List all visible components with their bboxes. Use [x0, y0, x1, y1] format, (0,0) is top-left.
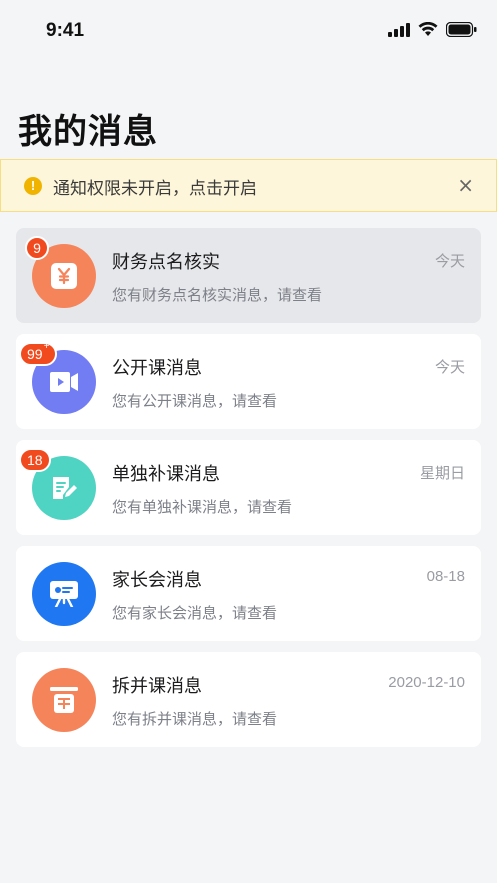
avatar: [32, 668, 96, 732]
message-time: 今天: [434, 253, 465, 270]
message-subtitle: 您有拆并课消息，请查看: [112, 710, 278, 728]
message-title: 公开课消息: [112, 358, 202, 379]
message-item-split-class[interactable]: 拆并课消息 您有拆并课消息，请查看 2020-12-10: [16, 652, 481, 747]
notice-text[interactable]: 通知权限未开启，点击开启: [53, 174, 257, 199]
unread-badge: 99+: [19, 342, 58, 366]
message-title: 单独补课消息: [112, 464, 220, 485]
message-item-parent-meeting[interactable]: 家长会消息 您有家长会消息，请查看 08-18: [16, 546, 481, 641]
message-time: 星期日: [419, 465, 465, 482]
unread-badge: 9: [25, 236, 49, 260]
message-title: 拆并课消息: [112, 676, 202, 697]
battery-icon: [446, 22, 477, 37]
status-time: 9:41: [46, 20, 85, 41]
message-subtitle: 您有财务点名核实消息，请查看: [112, 286, 323, 304]
edit-doc-icon: [53, 477, 77, 499]
page-title: 我的消息: [18, 112, 158, 152]
message-subtitle: 您有单独补课消息，请查看: [112, 498, 293, 516]
message-item-single-class[interactable]: 18 单独补课消息 您有单独补课消息，请查看 星期日: [16, 440, 481, 535]
avatar: [32, 562, 96, 626]
message-title: 财务点名核实: [112, 252, 220, 273]
signal-icon: [388, 22, 410, 37]
message-subtitle: 您有家长会消息，请查看: [112, 604, 278, 622]
presentation-icon: [50, 581, 78, 607]
message-item-finance[interactable]: 9 财务点名核实 您有财务点名核实消息，请查看 今天: [16, 228, 481, 323]
message-time: 08-18: [426, 568, 465, 585]
status-icons: [388, 22, 477, 37]
message-time: 今天: [434, 359, 465, 376]
message-item-open-class[interactable]: 99+ 公开课消息 您有公开课消息，请查看 今天: [16, 334, 481, 429]
message-time: 2020-12-10: [388, 674, 465, 691]
status-bar: 9:41: [0, 0, 497, 64]
message-title: 家长会消息: [112, 570, 202, 591]
yen-icon: [51, 263, 77, 289]
notification-permission-banner[interactable]: ! 通知权限未开启，点击开启 ×: [0, 159, 497, 212]
video-icon: [50, 372, 78, 392]
message-subtitle: 您有公开课消息，请查看: [112, 392, 278, 410]
merge-icon: [50, 687, 78, 713]
close-icon[interactable]: ×: [457, 173, 474, 197]
unread-badge: 18: [19, 448, 51, 472]
warning-icon: !: [24, 177, 42, 195]
wifi-icon: [418, 22, 438, 36]
